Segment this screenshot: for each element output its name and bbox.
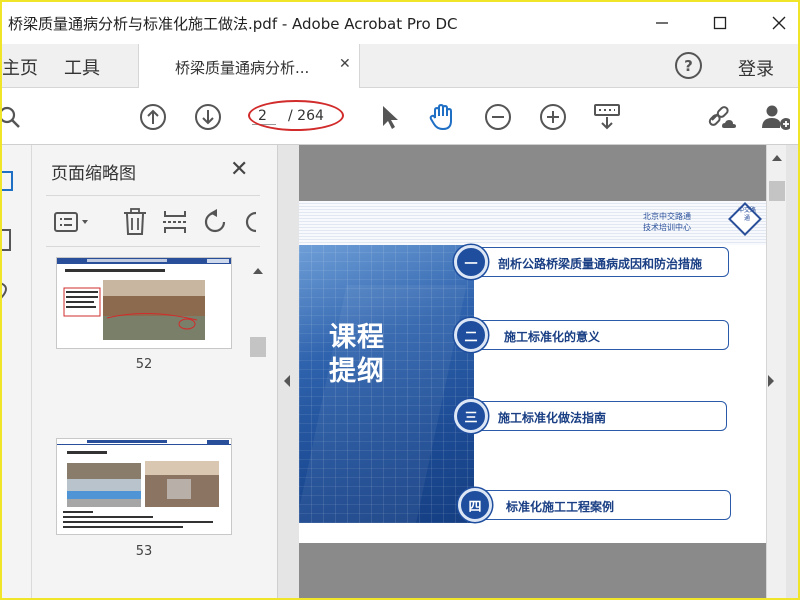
rotate-clockwise-icon[interactable] <box>244 208 260 236</box>
scrollbar-thumb[interactable] <box>250 337 266 357</box>
keyboard-tool-icon[interactable] <box>592 102 622 132</box>
page-number-label: 52 <box>135 357 153 372</box>
document-tab-label: 桥梁质量通病分析... <box>175 59 310 77</box>
highlight-oval-annotation <box>248 100 344 131</box>
close-window-button[interactable] <box>764 10 794 36</box>
app-window: 桥梁质量通病分析与标准化施工做法.pdf - Adobe Acrobat Pro… <box>0 0 800 600</box>
outline-item: 一 剖析公路桥梁质量通病成因和防治措施 <box>454 245 729 279</box>
outline-badge: 三 <box>454 399 488 433</box>
minimize-button[interactable] <box>647 10 677 36</box>
navigation-pane-strip <box>2 145 32 598</box>
building-photo: 课程 提纲 <box>299 245 474 523</box>
outline-item: 二 施工标准化的意义 <box>454 318 729 352</box>
maximize-icon <box>713 16 727 30</box>
add-user-icon[interactable] <box>760 102 790 132</box>
share-link-icon[interactable] <box>706 102 736 132</box>
document-view: 北京中交路通 技术培训中心 中交路通 课程 提纲 一 剖析公路桥梁质量通病成因和防… <box>278 145 798 598</box>
page-thumbnail[interactable] <box>56 257 232 349</box>
scroll-up-icon[interactable] <box>772 155 782 161</box>
page-number-label: 53 <box>135 544 153 559</box>
slide-page: 北京中交路通 技术培训中心 中交路通 课程 提纲 一 剖析公路桥梁质量通病成因和防… <box>299 201 766 543</box>
slide-header: 北京中交路通 技术培训中心 中交路通 <box>299 201 766 245</box>
outline-text: 剖析公路桥梁质量通病成因和防治措施 <box>498 257 703 271</box>
page-thumbnail[interactable] <box>56 438 232 535</box>
page-thumbnails-icon[interactable] <box>2 169 16 193</box>
help-button[interactable]: ? <box>675 52 702 79</box>
outline-badge: 四 <box>458 488 492 522</box>
scroll-up-icon[interactable] <box>253 268 263 274</box>
outline-item: 三 施工标准化做法指南 <box>454 399 727 433</box>
outline-text: 标准化施工工程案例 <box>506 500 615 514</box>
page-thumbnail-image <box>57 439 231 528</box>
thumbnail-toolbar <box>46 195 260 247</box>
zoom-out-icon[interactable] <box>483 102 513 132</box>
collapse-left-pane-icon[interactable] <box>284 375 290 387</box>
outline-text: 施工标准化做法指南 <box>498 411 607 425</box>
thumbnail-scrollbar[interactable] <box>248 259 266 598</box>
outline-item: 四 标准化施工工程案例 <box>458 488 731 522</box>
attachments-icon[interactable] <box>2 279 16 303</box>
window-title: 桥梁质量通病分析与标准化施工做法.pdf - Adobe Acrobat Pro… <box>8 15 458 33</box>
zoom-in-icon[interactable] <box>538 102 568 132</box>
title-bar: 桥梁质量通病分析与标准化施工做法.pdf - Adobe Acrobat Pro… <box>2 2 798 44</box>
search-icon[interactable] <box>2 102 24 132</box>
outline-badge: 一 <box>454 245 488 279</box>
expand-right-pane-icon[interactable] <box>768 375 774 387</box>
scrollbar-thumb[interactable] <box>769 181 785 201</box>
org-name: 北京中交路通 技术培训中心 <box>643 211 691 233</box>
select-cursor-icon[interactable] <box>374 102 404 132</box>
page-thumbnails-panel: 页面缩略图 ✕ 52 53 <box>32 145 278 598</box>
close-tab-icon[interactable]: ✕ <box>339 56 351 72</box>
document-scrollbar[interactable] <box>766 145 786 598</box>
org-line-1: 北京中交路通 <box>643 212 691 221</box>
panel-title: 页面缩略图 <box>51 164 136 184</box>
extract-pages-icon[interactable] <box>162 208 188 236</box>
close-icon <box>772 16 786 30</box>
bookmarks-icon[interactable] <box>2 227 16 251</box>
login-button[interactable]: 登录 <box>738 55 774 81</box>
course-title-text: 课程 提纲 <box>329 322 385 387</box>
page-up-icon[interactable] <box>138 102 168 132</box>
document-tab[interactable]: 桥梁质量通病分析... ✕ <box>138 44 360 88</box>
page-canvas: 北京中交路通 技术培训中心 中交路通 课程 提纲 一 剖析公路桥梁质量通病成因和防… <box>299 145 766 598</box>
outline-badge: 二 <box>454 318 488 352</box>
minimize-icon <box>656 22 668 24</box>
course-outline-title: 课程 提纲 <box>329 321 385 389</box>
main-toolbar: 2 / 264 <box>2 88 798 145</box>
hand-tool-icon[interactable] <box>427 102 457 132</box>
tab-bar: 主页 工具 桥梁质量通病分析... ✕ ? 登录 <box>2 44 798 88</box>
thumbnail-options-icon[interactable] <box>54 208 90 236</box>
page-down-icon[interactable] <box>193 102 223 132</box>
org-logo-text: 中交路通 <box>737 207 756 222</box>
rotate-counterclockwise-icon[interactable] <box>202 208 230 236</box>
close-panel-icon[interactable]: ✕ <box>230 157 248 182</box>
org-line-2: 技术培训中心 <box>643 223 691 232</box>
page-thumbnail-image <box>57 258 231 340</box>
tools-tab[interactable]: 工具 <box>64 54 100 80</box>
home-tab[interactable]: 主页 <box>2 54 38 80</box>
outline-text: 施工标准化的意义 <box>504 330 601 344</box>
delete-page-icon[interactable] <box>122 208 148 236</box>
maximize-button[interactable] <box>705 10 735 36</box>
